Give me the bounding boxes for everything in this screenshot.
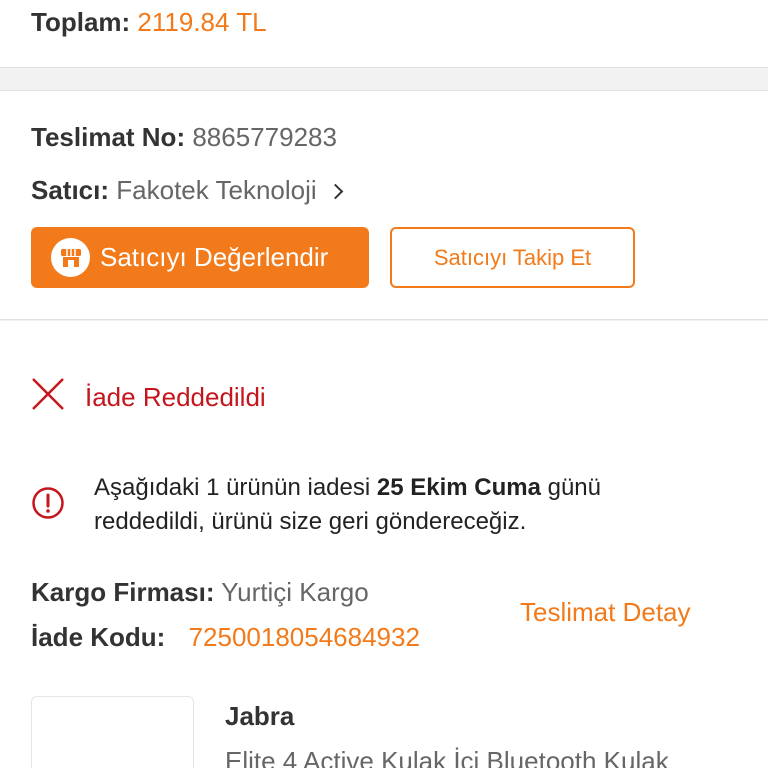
close-icon — [31, 377, 65, 416]
seller-link[interactable]: Satıcı: Fakotek Teknoloji — [31, 174, 344, 206]
total-value: 2119.84 TL — [137, 7, 267, 37]
delivery-number-label: Teslimat No: — [31, 122, 186, 152]
product-card: Jabra Elite 4 Active Kulak İçi Bluetooth… — [0, 663, 768, 768]
delivery-detail-link[interactable]: Teslimat Detay — [520, 596, 691, 628]
carrier-value: Yurtiçi Kargo — [221, 577, 369, 607]
seller-label: Satıcı: — [31, 175, 110, 205]
return-info-text: Aşağıdaki 1 ürünün iadesi 25 Ekim Cuma g… — [94, 471, 714, 539]
delivery-number: Teslimat No: 8865779283 — [31, 121, 337, 153]
message-date: 25 Ekim Cuma — [376, 474, 541, 501]
return-card: İade Reddedildi Aşağıdaki 1 ürünün iades… — [0, 321, 768, 663]
return-info-message: Aşağıdaki 1 ürünün iadesi 25 Ekim Cuma g… — [31, 471, 714, 539]
info-icon — [31, 486, 65, 539]
carrier-label: Kargo Firması: — [31, 577, 215, 607]
order-total: Toplam: 2119.84 TL — [31, 6, 267, 38]
chevron-right-icon — [327, 183, 344, 200]
total-label: Toplam: — [31, 7, 131, 37]
return-code: İade Kodu: 7250018054684932 — [31, 621, 420, 653]
delivery-number-value: 8865779283 — [192, 122, 337, 152]
product-brand[interactable]: Jabra — [225, 701, 294, 732]
follow-seller-button[interactable]: Satıcıyı Takip Et — [390, 227, 635, 288]
delivery-card: Teslimat No: 8865779283 Satıcı: Fakotek … — [0, 90, 768, 320]
product-image[interactable] — [31, 696, 194, 768]
seller-name[interactable]: Fakotek Teknoloji — [116, 175, 316, 205]
return-status-text: İade Reddedildi — [85, 381, 266, 412]
rate-seller-label: Satıcıyı Değerlendir — [100, 242, 329, 272]
product-name[interactable]: Elite 4 Active Kulak İçi Bluetooth Kulak — [225, 745, 669, 768]
order-summary-card: Toplam: 2119.84 TL — [0, 0, 768, 68]
return-status: İade Reddedildi — [31, 377, 266, 416]
rate-seller-button[interactable]: Satıcıyı Değerlendir — [31, 227, 369, 288]
message-pre: Aşağıdaki 1 ürünün iadesi — [94, 474, 377, 501]
return-code-label: İade Kodu: — [31, 622, 166, 652]
return-code-value[interactable]: 7250018054684932 — [189, 622, 420, 652]
store-icon — [51, 238, 90, 277]
carrier: Kargo Firması: Yurtiçi Kargo — [31, 576, 369, 608]
